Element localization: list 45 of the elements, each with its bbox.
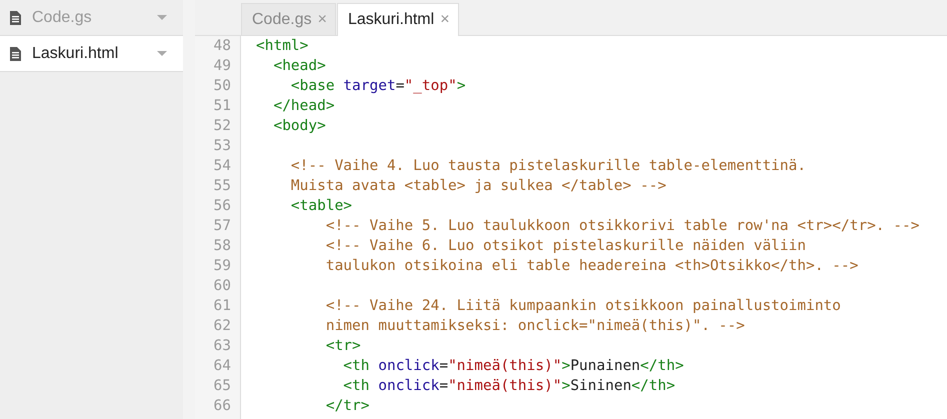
line-number: 54 [212, 158, 232, 176]
code-line: <base target="_top"> [290, 78, 467, 96]
line-number: 60 [212, 278, 232, 296]
code-line: <!-- Vaihe 24. Liitä kumpaankin otsikkoon painallustoiminto [324, 298, 842, 316]
line-number: 66 [212, 398, 232, 416]
editor-tab[interactable]: Code.gs × [241, 3, 336, 35]
line-number: 49 [212, 58, 232, 76]
line-number: 63 [212, 338, 232, 356]
close-icon[interactable]: × [318, 10, 327, 28]
line-number: 65 [212, 378, 232, 396]
caret-icon[interactable] [157, 15, 167, 20]
line-number: 52 [212, 118, 232, 136]
line-number: 58 [212, 238, 232, 256]
code-line: <!-- Vaihe 4. Luo tausta pistelaskurille table-elementtinä. [290, 158, 807, 176]
line-number: 53 [212, 138, 232, 156]
code-line: taulukon otsikoina eli table headereina <th>Otsikko</th>. --> [324, 258, 860, 276]
close-icon[interactable]: × [440, 11, 450, 29]
code-line: <html> [256, 38, 310, 56]
editor-tab[interactable]: Laskuri.html × [336, 3, 459, 36]
document-icon [10, 10, 21, 24]
line-number: 59 [212, 258, 232, 276]
line-number: 62 [212, 318, 232, 336]
line-number: 64 [212, 358, 232, 376]
line-number: 57 [212, 218, 232, 236]
line-number: 56 [212, 198, 232, 216]
code-line: <tr> [324, 338, 362, 356]
line-number: 51 [212, 98, 232, 116]
line-number: 50 [212, 78, 232, 96]
code-line: <body> [272, 118, 327, 136]
code-line: <head> [272, 58, 327, 76]
code-line: <!-- Vaihe 6. Luo otsikot pistelaskurille näiden väliin [324, 238, 807, 256]
code-line: nimen muuttamikseksi: onclick="nimeä(this)". --> [324, 318, 746, 336]
code-line: </tr> [324, 398, 370, 416]
code-line: <th onclick="nimeä(this)">Sininen</th> [342, 378, 676, 396]
code-line: Muista avata <table> ja sulkea </table> --> [290, 178, 668, 196]
line-number: 48 [212, 38, 232, 56]
code-line: <th onclick="nimeä(this)">Punainen</th> [342, 358, 685, 376]
code-line: </head> [272, 98, 336, 116]
code-line: <!-- Vaihe 5. Luo taulukkoon otsikkorivi table row'na <tr></tr>. --> [324, 218, 920, 236]
line-number: 55 [212, 178, 232, 196]
document-icon [10, 46, 21, 60]
line-number: 61 [212, 298, 232, 316]
code-line: <table> [290, 198, 354, 216]
caret-icon[interactable] [157, 51, 167, 56]
file-item[interactable]: Laskuri.html [0, 36, 183, 72]
